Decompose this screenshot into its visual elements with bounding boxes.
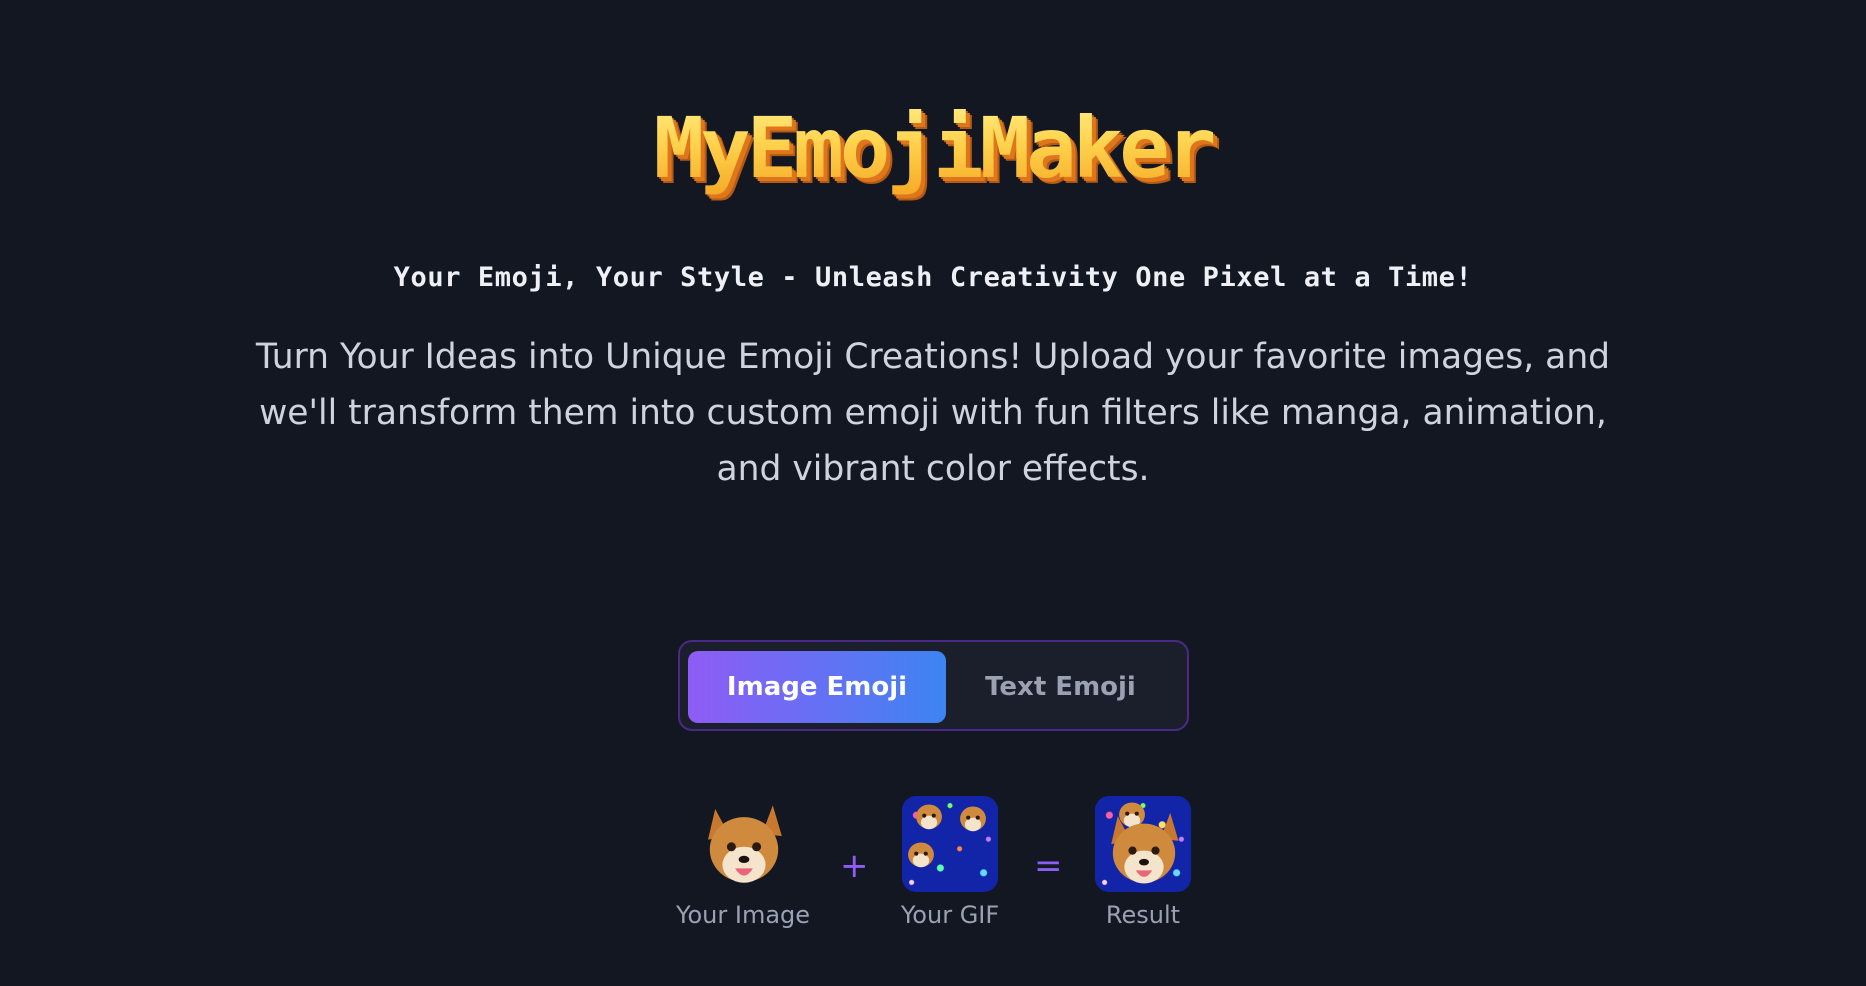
your-gif-caption: Your GIF xyxy=(900,901,1000,929)
image-emoji-tab[interactable]: Image Emoji xyxy=(688,651,946,723)
plus-operator: + xyxy=(840,846,869,886)
tagline: Your Emoji, Your Style - Unleash Creativ… xyxy=(393,262,1473,293)
equals-operator: = xyxy=(1034,846,1063,886)
your-gif-example: Your GIF xyxy=(880,796,1020,930)
shiba-dog-image xyxy=(693,796,789,892)
site-logo: MyEmojiMaker xyxy=(0,96,1866,200)
emoji-mode-toggle: Image Emoji Text Emoji xyxy=(678,640,1189,731)
result-emoji-image xyxy=(1095,796,1191,892)
your-image-caption: Your Image xyxy=(676,901,811,929)
result-caption: Result xyxy=(1105,901,1181,929)
starfield-gif-image xyxy=(902,796,998,892)
hero-description: Turn Your Ideas into Unique Emoji Creati… xyxy=(255,337,1611,489)
text-emoji-tab[interactable]: Text Emoji xyxy=(938,651,1183,723)
your-image-example: Your Image xyxy=(676,796,811,930)
result-example: Result xyxy=(1078,796,1208,930)
